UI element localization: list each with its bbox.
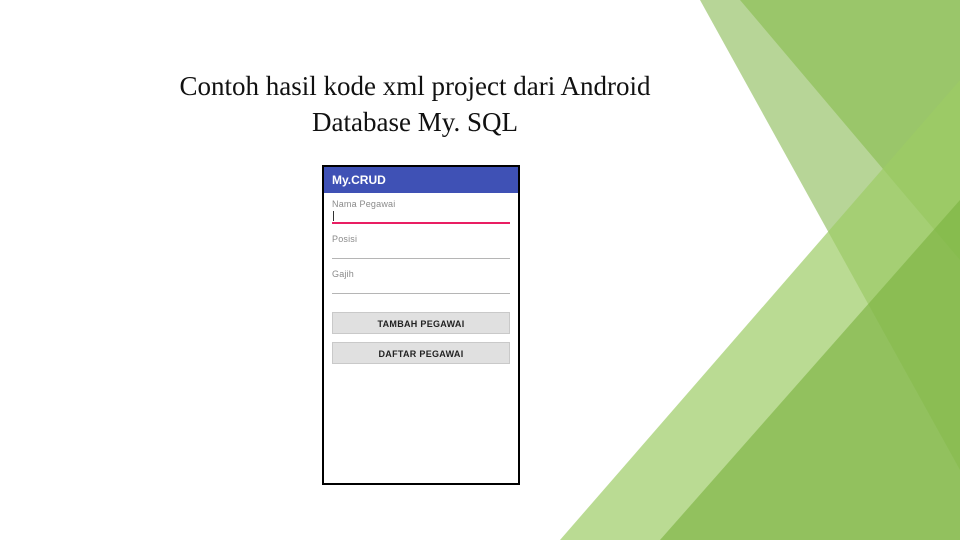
field-nama-pegawai: Nama Pegawai — [332, 199, 510, 224]
app-form: Nama Pegawai Posisi Gajih TAMBAH PEGAWAI… — [324, 193, 518, 380]
gajih-input[interactable] — [332, 280, 510, 294]
posisi-input[interactable] — [332, 245, 510, 259]
field-gajih: Gajih — [332, 269, 510, 294]
field-label: Gajih — [332, 269, 510, 279]
text-cursor-icon — [333, 211, 334, 221]
daftar-pegawai-button[interactable]: DAFTAR PEGAWAI — [332, 342, 510, 364]
field-label: Posisi — [332, 234, 510, 244]
nama-pegawai-input[interactable] — [332, 210, 510, 224]
slide-title: Contoh hasil kode xml project dari Andro… — [150, 68, 680, 141]
field-label: Nama Pegawai — [332, 199, 510, 209]
app-toolbar-title: My.CRUD — [332, 173, 386, 187]
field-posisi: Posisi — [332, 234, 510, 259]
phone-mockup: My.CRUD Nama Pegawai Posisi Gajih TAMBAH… — [322, 165, 520, 485]
button-row: TAMBAH PEGAWAI DAFTAR PEGAWAI — [332, 312, 510, 364]
app-toolbar: My.CRUD — [324, 167, 518, 193]
tambah-pegawai-button[interactable]: TAMBAH PEGAWAI — [332, 312, 510, 334]
